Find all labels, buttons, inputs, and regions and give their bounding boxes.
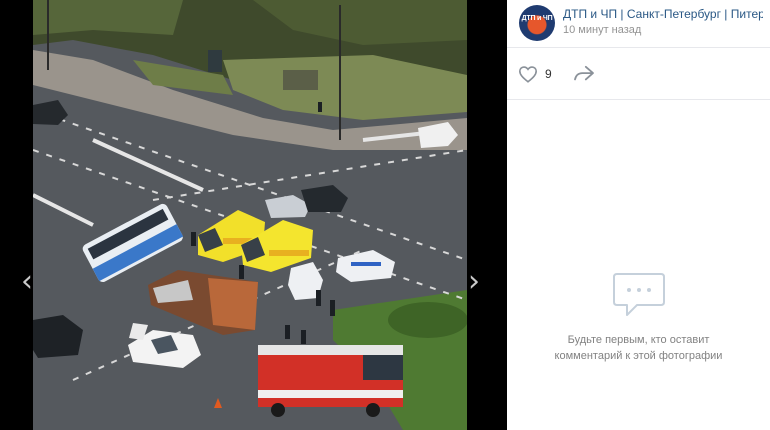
group-avatar[interactable]: ДТП и ЧП <box>519 5 555 41</box>
accident-photo[interactable] <box>33 0 467 430</box>
photo-viewer: ‹ › <box>0 0 507 430</box>
comments-empty-text: Будьте первым, кто оставит комментарий к… <box>539 332 739 364</box>
like-button[interactable]: 9 <box>518 64 552 84</box>
next-photo-button[interactable]: › <box>464 262 484 302</box>
photo-sidebar: ДТП и ЧП ДТП и ЧП | Санкт-Петербург | Пи… <box>507 0 770 430</box>
avatar-logo-text: ДТП и ЧП <box>521 15 553 22</box>
group-name-link[interactable]: ДТП и ЧП | Санкт-Петербург | Питер <box>563 7 763 21</box>
photo-scene <box>33 0 467 430</box>
post-author-header: ДТП и ЧП ДТП и ЧП | Санкт-Петербург | Пи… <box>507 0 770 48</box>
comments-empty-state: Будьте первым, кто оставит комментарий к… <box>507 270 770 364</box>
like-count: 9 <box>545 67 552 81</box>
comment-bubble-icon <box>612 273 665 316</box>
comments-empty-line1: Будьте первым, кто оставит <box>567 334 710 346</box>
post-time-link[interactable]: 10 минут назад <box>563 24 641 36</box>
post-actions-bar: 9 <box>507 48 770 100</box>
share-button[interactable] <box>573 65 595 87</box>
share-arrow-icon <box>574 65 594 81</box>
previous-photo-button[interactable]: ‹ <box>17 262 37 302</box>
comments-empty-line2: комментарий к этой фотографии <box>554 350 723 362</box>
heart-icon <box>518 66 538 83</box>
